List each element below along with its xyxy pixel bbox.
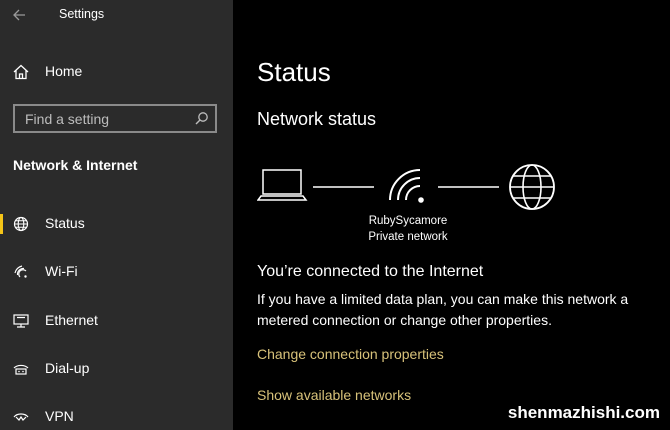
network-type: Private network	[368, 231, 448, 243]
sidebar: Settings Home Network & Internet Status	[0, 0, 233, 430]
search-box[interactable]	[13, 104, 217, 133]
sidebar-item-label: VPN	[45, 408, 74, 424]
status-description: If you have a limited data plan, you can…	[257, 291, 629, 328]
internet-globe-icon	[509, 164, 555, 210]
sidebar-item-label: Wi-Fi	[45, 263, 78, 279]
watermark: shenmazhishi.com	[507, 403, 660, 422]
home-label: Home	[45, 63, 83, 79]
sidebar-item-status[interactable]: Status	[0, 206, 233, 242]
page-title: Status	[257, 57, 331, 87]
dialup-icon	[13, 364, 29, 375]
section-title: Network & Internet	[13, 157, 138, 173]
vpn-icon	[13, 413, 29, 421]
home-icon	[13, 64, 29, 80]
sidebar-item-vpn[interactable]: VPN	[0, 399, 233, 430]
sidebar-item-dialup[interactable]: Dial-up	[0, 351, 233, 387]
back-button[interactable]	[9, 5, 31, 25]
app-title: Settings	[59, 7, 105, 21]
sidebar-item-label: Status	[45, 215, 85, 231]
title-bar: Settings	[0, 0, 233, 32]
wifi-signal-icon	[389, 169, 424, 203]
change-connection-properties-link[interactable]: Change connection properties	[257, 346, 444, 362]
search-input[interactable]	[15, 106, 191, 131]
show-available-networks-link[interactable]: Show available networks	[257, 387, 411, 403]
network-name: RubySycamore	[368, 215, 448, 227]
wifi-icon	[14, 265, 27, 278]
sidebar-item-ethernet[interactable]: Ethernet	[0, 303, 233, 339]
globe-icon	[13, 216, 29, 232]
home-nav-item[interactable]: Home	[0, 58, 233, 86]
arrow-left-icon	[13, 9, 25, 21]
sidebar-item-wifi[interactable]: Wi-Fi	[0, 254, 233, 290]
sidebar-item-label: Ethernet	[45, 312, 98, 328]
connection-status: You’re connected to the Internet	[257, 263, 484, 280]
laptop-icon	[257, 169, 308, 201]
active-indicator	[0, 214, 3, 234]
network-info: RubySycamore Private network	[353, 213, 463, 245]
sidebar-item-label: Dial-up	[45, 360, 90, 376]
network-status-heading: Network status	[257, 109, 377, 129]
network-diagram	[257, 164, 555, 210]
ethernet-icon	[13, 314, 29, 328]
search-icon[interactable]	[194, 111, 209, 126]
main-content: Status Network status RubySycamore Priva…	[233, 0, 670, 430]
